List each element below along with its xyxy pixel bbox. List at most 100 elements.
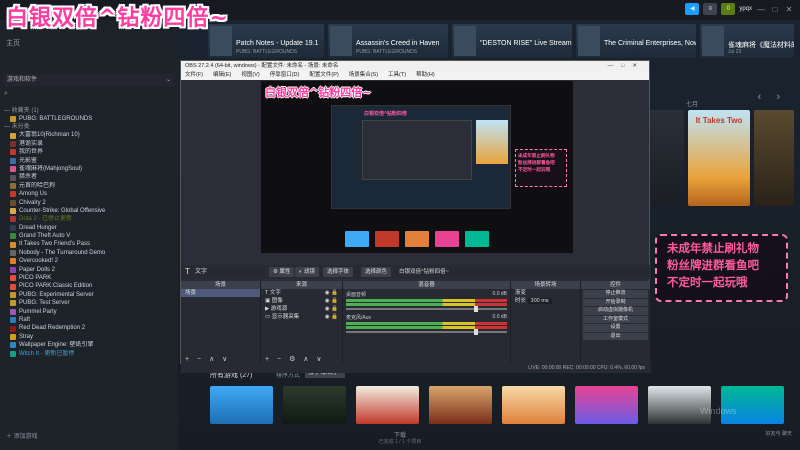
scene-item[interactable]: 场景 (181, 289, 260, 297)
obs-control-button[interactable]: 开始录制 (583, 298, 648, 306)
properties-button[interactable]: ⚙ 属性 (269, 267, 295, 277)
list-item[interactable]: Paper Dolls 2 (0, 266, 178, 274)
transition-type-select[interactable]: 渐变 (511, 289, 580, 297)
list-item[interactable]: Among Us (0, 190, 178, 198)
game-cover[interactable] (283, 386, 346, 424)
notifications-button[interactable]: ≡ (703, 3, 718, 15)
slider-handle[interactable] (474, 306, 479, 312)
list-item[interactable]: Witch It - 更新已暂停 (0, 350, 178, 358)
add-game-button[interactable]: ＋ 添加游戏 (6, 431, 38, 440)
game-cover[interactable] (429, 386, 492, 424)
minimize-icon[interactable]: — (756, 5, 766, 14)
list-item[interactable]: 港诡实录 (0, 140, 178, 148)
eye-icon[interactable]: ◉ 🔒 (325, 289, 338, 297)
menu-item[interactable]: 配置文件(P) (309, 71, 338, 80)
list-item[interactable]: 元首的哈巴狗 (0, 182, 178, 190)
game-cover[interactable] (648, 386, 711, 424)
obs-preview[interactable]: 白银双倍^钻粉四倍~ 白银双倍^钻粉四倍 未成年禁止刷礼物 粉丝牌进群看鱼吧 不… (261, 81, 573, 253)
list-item[interactable]: Nobody - The Turnaround Demo (0, 249, 178, 257)
list-item[interactable]: Counter-Strike: Global Offensive (0, 207, 178, 215)
list-item[interactable]: Pummel Party (0, 308, 178, 316)
menu-item[interactable]: 场景集合(S) (349, 71, 378, 80)
minimize-icon[interactable]: — (608, 63, 622, 69)
list-item[interactable]: It Takes Two Friend's Pass (0, 240, 178, 248)
list-item[interactable]: 我的世界 (0, 148, 178, 156)
friends-chat-button[interactable]: 好友与 聊天 (766, 430, 792, 437)
list-item[interactable]: PICO PARK (0, 274, 178, 282)
library-search[interactable]: ⌕ (4, 90, 174, 102)
library-filter-dropdown[interactable]: 游戏和软件 ⌄ (4, 74, 174, 86)
source-controls[interactable]: + − ⚙ ∧ ∨ (265, 355, 324, 363)
volume-slider[interactable] (346, 329, 507, 335)
obs-control-button[interactable]: 停止推流 (583, 290, 648, 298)
obs-control-button[interactable]: 工作室模式 (583, 315, 648, 323)
obs-control-button[interactable]: 启动虚拟摄像机 (583, 307, 648, 315)
eye-icon[interactable]: ◉ 🔒 (325, 313, 338, 321)
select-color-button[interactable]: 选择颜色 (361, 267, 392, 277)
game-cover[interactable] (502, 386, 565, 424)
menu-item[interactable]: 停靠窗口(D) (270, 71, 300, 80)
menu-item[interactable]: 文件(F) (185, 71, 203, 80)
home-link[interactable]: 主页 (6, 38, 20, 48)
filters-button[interactable]: ◐ 滤镜 (295, 267, 319, 277)
close-icon[interactable]: ✕ (784, 5, 794, 14)
news-card[interactable]: The Criminal Enterprises, Now Available (576, 24, 696, 58)
game-cover[interactable] (650, 110, 684, 206)
list-item[interactable]: 猎杀者 (0, 173, 178, 181)
source-item[interactable]: T 文字 ◉ 🔒 (261, 289, 342, 297)
list-item[interactable]: PICO PARK:Classic Edition (0, 282, 178, 290)
carousel-arrows-icon[interactable]: ‹ › (758, 91, 786, 103)
close-icon[interactable]: ✕ (632, 63, 645, 69)
list-item[interactable]: PUBG: Experimental Server (0, 291, 178, 299)
list-item[interactable]: 光影鉴 (0, 157, 178, 165)
obs-window-controls[interactable]: —□✕ (608, 61, 645, 71)
news-card[interactable]: "DESTON RISE" Live Streaming Event with … (452, 24, 572, 58)
news-card[interactable]: Assassin's Creed in Haven PUBG: BATTLEGRO… (328, 24, 448, 58)
controls-dock: 控件 停止推流 开始录制 启动虚拟摄像机 工作室模式 设置 退出 (581, 281, 651, 365)
select-font-button[interactable]: 选择字体 (323, 267, 354, 277)
menu-item[interactable]: 帮助(H) (416, 71, 435, 80)
menu-item[interactable]: 工具(T) (388, 71, 406, 80)
scene-controls[interactable]: + − ∧ ∨ (185, 355, 230, 363)
list-item[interactable]: Dota 2 - 已停止更新 (0, 215, 178, 223)
list-item[interactable]: Overcooked! 2 (0, 257, 178, 265)
uncategorized-header[interactable]: — 未分类 (0, 123, 178, 131)
game-cover[interactable] (210, 386, 273, 424)
list-item[interactable]: Red Dead Redemption 2 (0, 324, 178, 332)
announce-button[interactable]: ◀ (685, 3, 700, 15)
duration-input[interactable]: 300 ms (527, 298, 552, 304)
eye-icon[interactable]: ◉ 🔒 (325, 297, 338, 305)
eye-icon[interactable]: ◉ 🔒 (325, 305, 338, 313)
game-cover[interactable] (356, 386, 419, 424)
text-content-field[interactable]: 白银双倍^钻粉四倍~ (399, 265, 449, 279)
volume-slider[interactable] (346, 306, 507, 312)
game-cover[interactable] (575, 386, 638, 424)
game-cover[interactable] (754, 110, 794, 206)
list-item[interactable]: PUBG: BATTLEGROUNDS (0, 115, 178, 123)
menu-item[interactable]: 编辑(E) (213, 71, 231, 80)
game-cover[interactable] (721, 386, 784, 424)
source-item[interactable]: ▣ 图像 ◉ 🔒 (261, 297, 342, 305)
slider-handle[interactable] (474, 329, 479, 335)
list-item[interactable]: 大富翁10(Richman 10) (0, 131, 178, 139)
list-item[interactable]: Grand Theft Auto V (0, 232, 178, 240)
maximize-icon[interactable]: □ (770, 5, 780, 14)
menu-item[interactable]: 视图(V) (241, 71, 259, 80)
list-item[interactable]: Raft (0, 316, 178, 324)
obs-control-button[interactable]: 设置 (583, 324, 648, 332)
source-item[interactable]: ▭ 显示器采集 ◉ 🔒 (261, 313, 342, 321)
list-item[interactable]: Wallpaper Engine: 壁纸引擎 (0, 341, 178, 349)
obs-control-button[interactable]: 退出 (583, 332, 648, 340)
list-item[interactable]: Stray (0, 333, 178, 341)
list-item[interactable]: PUBG: Test Server (0, 299, 178, 307)
list-item[interactable]: 雀魂麻将(MahjongSoul) (0, 165, 178, 173)
maximize-icon[interactable]: □ (621, 63, 632, 69)
favorites-header[interactable]: — 收藏夹 (1) (0, 107, 178, 115)
list-item[interactable]: Chivalry 2 (0, 199, 178, 207)
game-cover[interactable]: It Takes Two (688, 110, 750, 206)
source-item[interactable]: ▶ 游戏源 ◉ 🔒 (261, 305, 342, 313)
username[interactable]: ypqx (739, 6, 752, 12)
news-card[interactable]: 雀魂麻将《魔法材料的收集》Jul 23 (700, 24, 794, 58)
wallet-button[interactable]: 0 (721, 3, 736, 15)
list-item[interactable]: Dread Hunger (0, 224, 178, 232)
